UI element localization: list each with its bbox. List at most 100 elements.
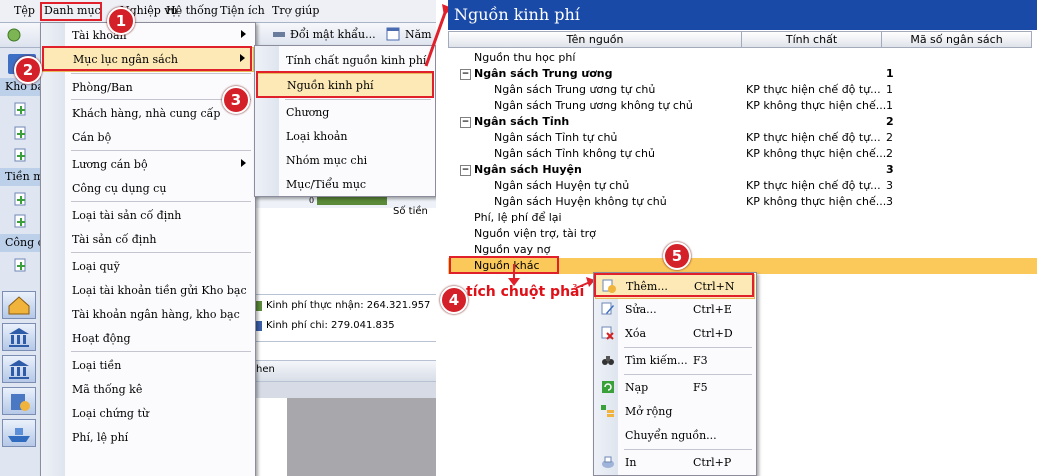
context-item-nap[interactable]: Nạp F5: [595, 376, 755, 399]
left-application-window: Tệp Danh mục Nghiệp vụ Hệ thống Tiện ích…: [0, 0, 436, 476]
menu-item-ma-thong-ke[interactable]: Mã thống kê: [42, 378, 254, 401]
menu-separator: [71, 252, 251, 253]
edit-icon: [601, 302, 614, 315]
add-doc-icon[interactable]: [14, 126, 28, 140]
table-row[interactable]: Ngân sách Tỉnh không tự chủ KP không thực…: [448, 146, 1037, 162]
menu-item-loai-tk-kho-bac[interactable]: Loại tài khoản tiền gửi Kho bạc: [42, 279, 254, 302]
context-item-xoa[interactable]: Xóa Ctrl+D: [595, 322, 755, 345]
menu-item-can-bo[interactable]: Cán bộ: [42, 126, 254, 149]
add-doc-icon[interactable]: [14, 258, 28, 272]
calendar-icon: [386, 27, 400, 41]
menu-separator: [71, 201, 251, 202]
reload-icon: [602, 381, 614, 393]
menu-item-phi-le-phi[interactable]: Phí, lệ phí: [42, 426, 254, 449]
context-item-mo-rong[interactable]: Mở rộng: [595, 400, 755, 423]
step-badge-2: 2: [14, 56, 42, 84]
panel-title-bar: Nguồn kinh phí: [448, 0, 1037, 30]
change-password-button[interactable]: Đổi mật khẩu...: [290, 28, 376, 41]
printer-icon: [602, 456, 614, 468]
legend-swatch: [256, 301, 262, 311]
add-doc-icon[interactable]: [14, 214, 28, 228]
menu-tien-ich[interactable]: Tiện ích: [220, 4, 265, 17]
asset-module-button[interactable]: [2, 387, 36, 415]
table-row[interactable]: Ngân sách Trung ương tự chủ KP thực hiện …: [448, 82, 1037, 98]
add-doc-icon[interactable]: [14, 102, 28, 116]
step2-highlight: [42, 46, 252, 71]
step3-highlight: [256, 71, 434, 98]
chart-x-label: Số tiền: [393, 206, 428, 217]
table-row[interactable]: − Ngân sách Trung ương 1: [448, 66, 1037, 82]
column-header-ma-so[interactable]: Mã số ngân sách: [882, 31, 1032, 48]
column-header-ten-nguon[interactable]: Tên nguồn: [448, 31, 742, 48]
legend-spent: Kinh phí chi: 279.041.835: [266, 320, 395, 331]
down-arrow-icon: [508, 264, 520, 286]
menu-separator: [71, 351, 251, 352]
table-row[interactable]: Nguồn thu học phí: [448, 50, 1037, 66]
table-row[interactable]: Ngân sách Huyện không tự chủ KP không thự…: [448, 194, 1037, 210]
context-item-sua[interactable]: Sửa... Ctrl+E: [595, 298, 755, 321]
menu-tep[interactable]: Tệp: [14, 4, 35, 17]
collapse-icon[interactable]: −: [460, 117, 471, 128]
table-row[interactable]: − Ngân sách Huyện 3: [448, 162, 1037, 178]
menu-item-hoat-dong[interactable]: Hoạt động: [42, 327, 254, 350]
submenu-item-chuong[interactable]: Chương: [256, 101, 434, 124]
context-item-tim-kiem[interactable]: Tìm kiếm... F3: [595, 349, 755, 372]
table-row[interactable]: Ngân sách Huyện tự chủ KP thực hiện chế đ…: [448, 178, 1037, 194]
menu-tro-giup[interactable]: Trợ giúp: [272, 4, 319, 17]
submenu-item-loai-khoan[interactable]: Loại khoản: [256, 125, 434, 148]
step-badge-3: 3: [222, 86, 250, 114]
nav-header-cong-cu[interactable]: Công c: [0, 234, 40, 252]
step-badge-1: 1: [107, 7, 135, 35]
danh-muc-menu: Tài khoản Mục lục ngân sách Phòng/Ban Kh…: [40, 22, 256, 476]
context-menu: Thêm... Ctrl+N Sửa... Ctrl+E Xóa Ctrl+D Tìm…: [593, 272, 757, 476]
treasury-module-button[interactable]: [2, 355, 36, 383]
bank-module-button[interactable]: [2, 323, 36, 351]
submenu-item-nhom-muc-chi[interactable]: Nhóm mục chi: [256, 149, 434, 172]
key-icon: [273, 32, 285, 37]
menu-item-loai-chung-tu[interactable]: Loại chứng từ: [42, 402, 254, 425]
add-doc-icon[interactable]: [14, 192, 28, 206]
menu-item-luong-can-bo[interactable]: Lương cán bộ: [42, 153, 254, 176]
menu-item-loai-quy[interactable]: Loại quỹ: [42, 255, 254, 278]
submenu-arrow-icon: [241, 30, 246, 38]
panel-title: Nguồn kinh phí: [454, 5, 580, 24]
ship-module-button[interactable]: [2, 419, 36, 447]
menu-separator: [71, 73, 251, 74]
table-row[interactable]: Ngân sách Trung ương không tự chủ KP khôn…: [448, 98, 1037, 114]
grid-body: [287, 398, 436, 476]
expand-tree-icon: [601, 405, 614, 417]
submenu-item-tinh-chat-nguon[interactable]: Tính chất nguồn kinh phí: [256, 49, 434, 72]
submenu-item-muc-tieu-muc[interactable]: Mục/Tiểu mục: [256, 173, 434, 196]
step-badge-4: 4: [440, 286, 468, 314]
collapse-icon[interactable]: −: [460, 69, 471, 80]
menu-item-tk-ngan-hang[interactable]: Tài khoản ngân hàng, kho bạc: [42, 303, 254, 326]
nav-header-tien-mat[interactable]: Tiền m: [0, 168, 40, 186]
menu-item-loai-tien[interactable]: Loại tiền: [42, 354, 254, 377]
table-row[interactable]: Nguồn viện trợ, tài trợ: [448, 226, 1037, 242]
refresh-icon[interactable]: [6, 27, 22, 43]
bottom-tab-strip[interactable]: hen: [253, 360, 436, 382]
submenu-arrow-icon: [241, 159, 246, 167]
context-item-in[interactable]: In Ctrl+P: [595, 451, 755, 474]
table-row[interactable]: Ngân sách Tỉnh tự chủ KP thực hiện chế độ…: [448, 130, 1037, 146]
delete-icon: [601, 326, 614, 340]
table-row[interactable]: − Ngân sách Tỉnh 2: [448, 114, 1037, 130]
column-header-tinh-chat[interactable]: Tính chất: [742, 31, 882, 48]
menu-item-tscd[interactable]: Tài sản cố định: [42, 228, 254, 251]
menu-separator: [285, 99, 431, 100]
legend-swatch: [256, 321, 262, 331]
menu-separator: [71, 150, 251, 151]
menu-item-loai-tscd[interactable]: Loại tài sản cố định: [42, 204, 254, 227]
menu-he-thong[interactable]: Hệ thống: [166, 4, 218, 17]
add-doc-icon[interactable]: [14, 148, 28, 162]
menu-item-tai-khoan[interactable]: Tài khoản: [42, 24, 254, 47]
grid-header: [253, 382, 436, 398]
context-item-chuyen-nguon[interactable]: Chuyển nguồn...: [595, 424, 755, 447]
muc-luc-ngan-sach-submenu: Tính chất nguồn kinh phí Nguồn kinh phí …: [254, 45, 436, 197]
menu-separator: [624, 347, 752, 348]
step5-highlight: [594, 273, 754, 297]
menu-item-cong-cu-dung-cu[interactable]: Công cụ dụng cụ: [42, 177, 254, 200]
collapse-icon[interactable]: −: [460, 165, 471, 176]
home-module-button[interactable]: [2, 291, 36, 319]
table-row[interactable]: Phí, lệ phí để lại: [448, 210, 1037, 226]
